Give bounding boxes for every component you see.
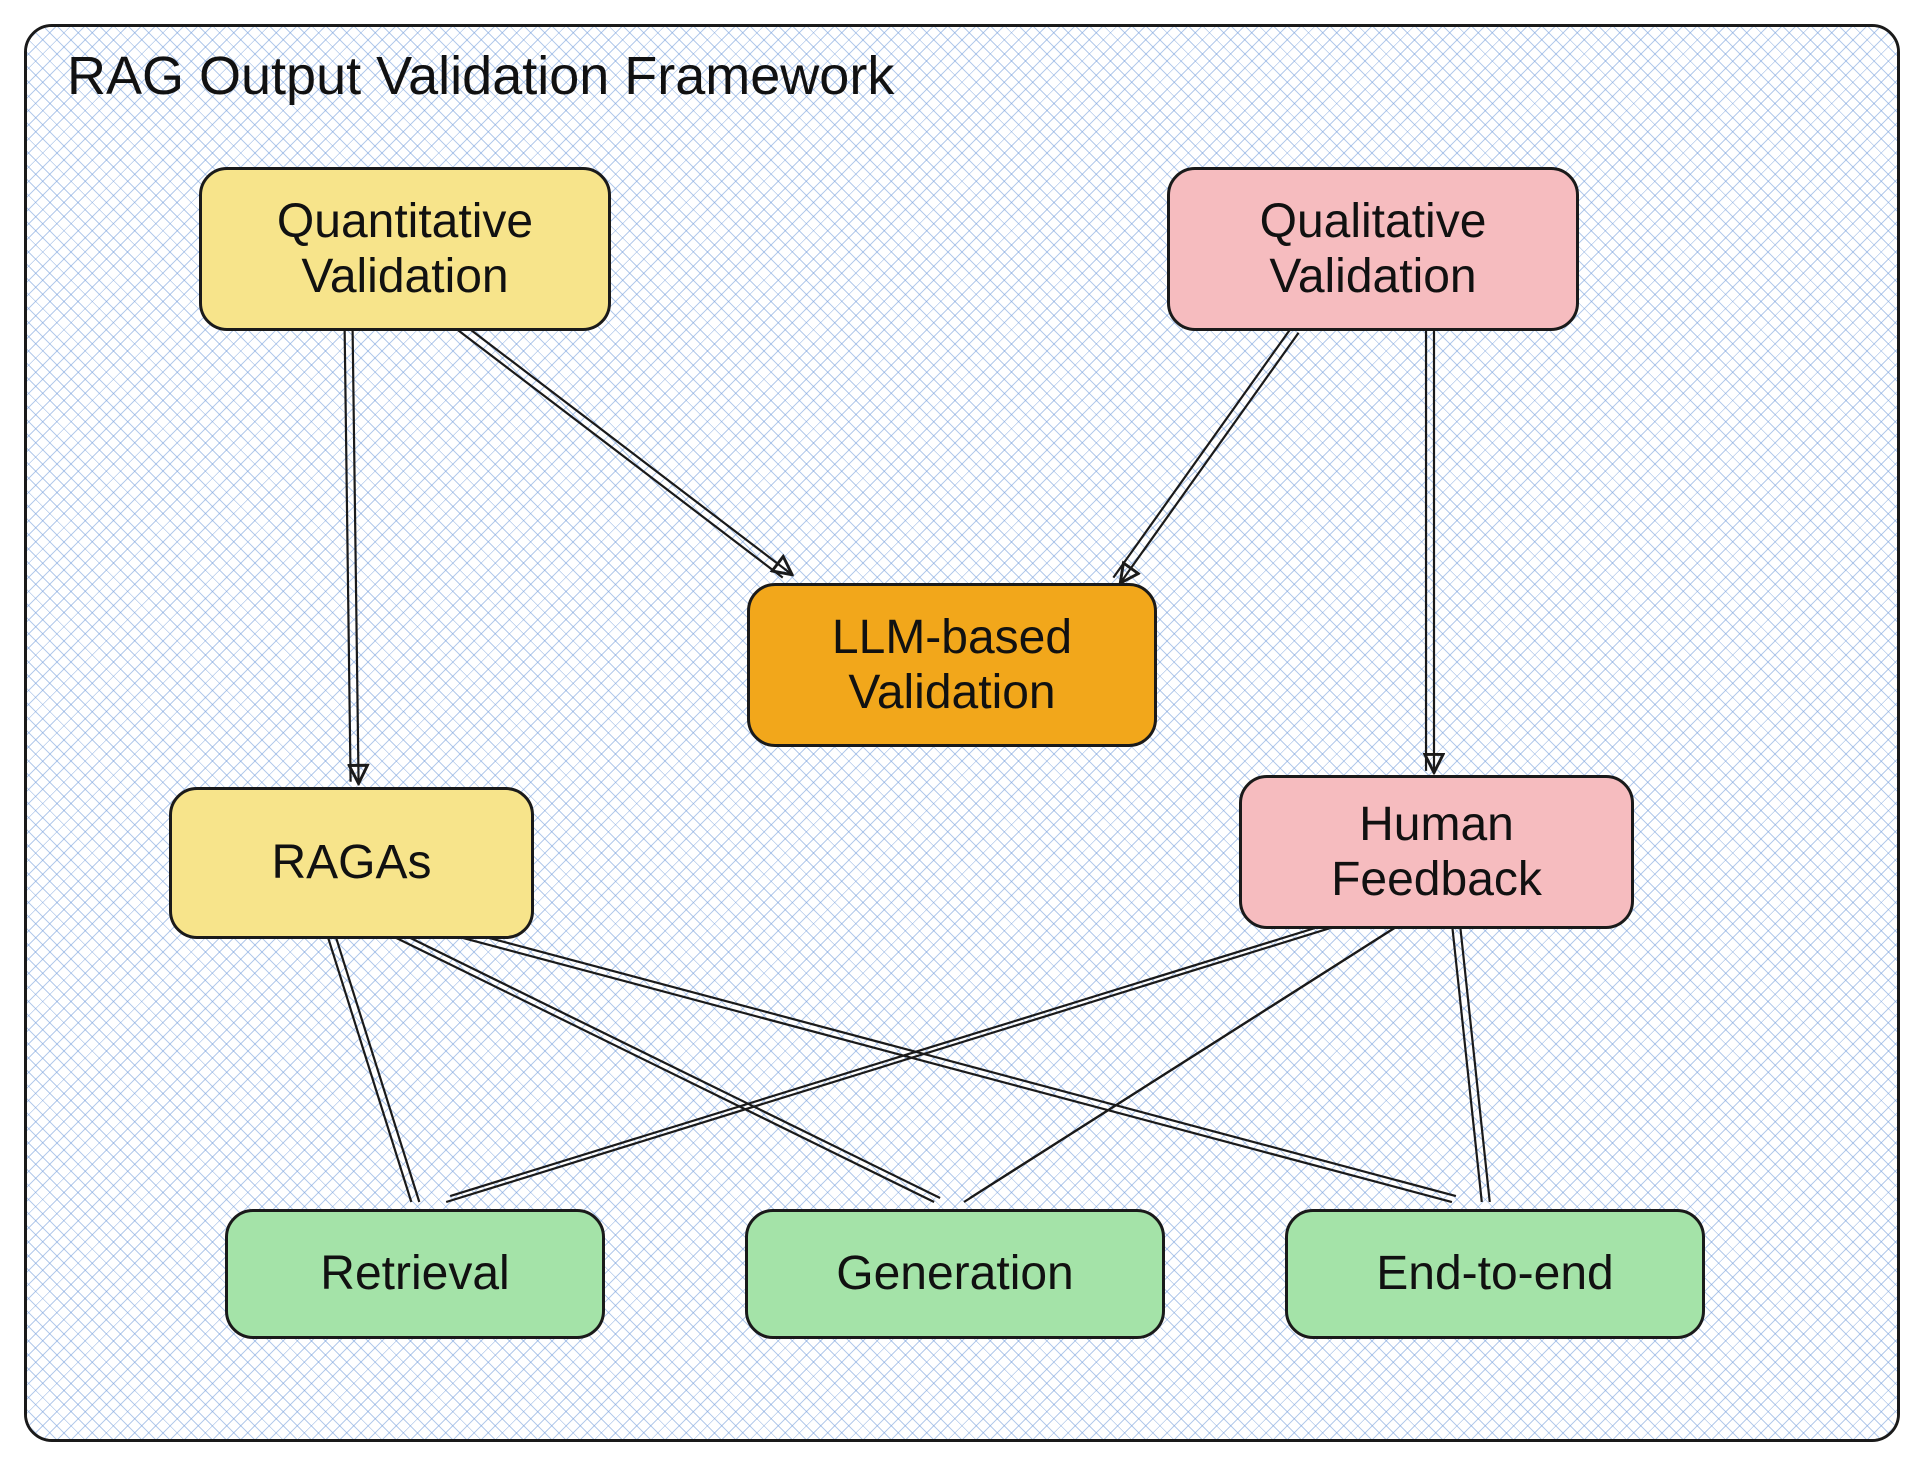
node-llm-based-validation: LLM-based Validation: [747, 583, 1157, 747]
node-retrieval: Retrieval: [225, 1209, 605, 1339]
diagram-title: RAG Output Validation Framework: [67, 45, 894, 107]
node-end-to-end: End-to-end: [1285, 1209, 1705, 1339]
node-ragas: RAGAs: [169, 787, 534, 939]
diagram-frame: RAG Output Validation Framework: [24, 24, 1900, 1442]
node-generation: Generation: [745, 1209, 1165, 1339]
node-quantitative-validation: Quantitative Validation: [199, 167, 611, 331]
node-qualitative-validation: Qualitative Validation: [1167, 167, 1579, 331]
diagram-canvas: RAG Output Validation Framework: [0, 0, 1924, 1466]
node-human-feedback: Human Feedback: [1239, 775, 1634, 929]
